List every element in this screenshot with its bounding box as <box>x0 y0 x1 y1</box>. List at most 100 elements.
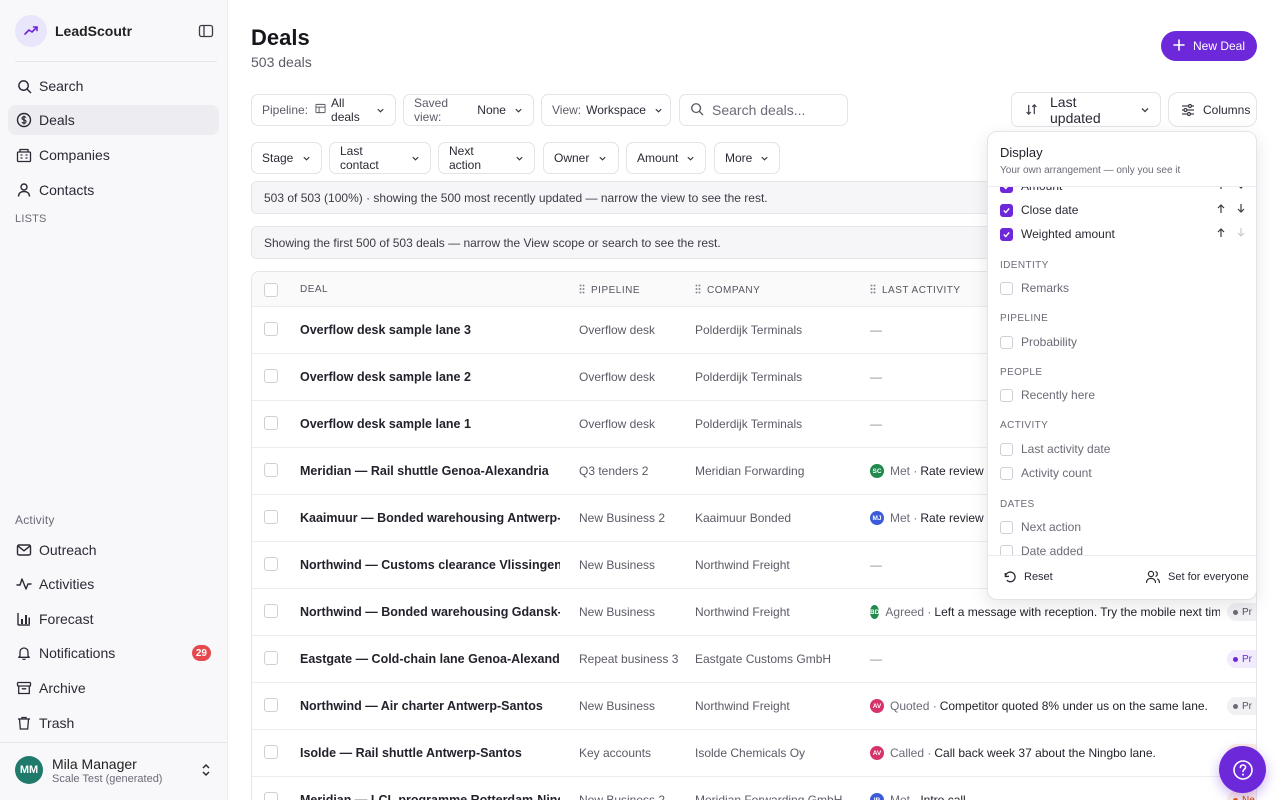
column-option-recently-here[interactable]: Recently here <box>1000 385 1246 405</box>
column-option-probability[interactable]: Probability <box>1000 332 1246 352</box>
sidebar-toggle-icon[interactable] <box>196 21 216 41</box>
column-option-next-action[interactable]: Next action <box>1000 517 1246 537</box>
chevron-down-icon <box>1140 105 1150 115</box>
bell-icon <box>16 645 32 661</box>
brand-name: LeadScoutr <box>55 23 133 39</box>
company-cell: Northwind Freight <box>695 605 790 619</box>
column-option-activity-count[interactable]: Activity count <box>1000 463 1246 483</box>
search-deals-field[interactable] <box>679 94 848 126</box>
deal-name-cell[interactable]: Northwind — Air charter Antwerp-Santos <box>300 683 560 729</box>
reset-button[interactable]: Reset <box>1003 570 1053 584</box>
column-option-remarks[interactable]: Remarks <box>1000 278 1246 298</box>
deal-name-cell[interactable]: Isolde — Rail shuttle Antwerp-Santos <box>300 730 560 776</box>
sidebar-item-archive[interactable]: Archive <box>8 673 219 703</box>
row-checkbox[interactable] <box>264 745 278 759</box>
row-checkbox[interactable] <box>264 416 278 430</box>
column-header-pipeline[interactable]: PIPELINE <box>579 284 640 297</box>
company-cell: Meridian Forwarding <box>695 464 805 478</box>
pipeline-cell: New Business <box>579 605 656 619</box>
row-checkbox[interactable] <box>264 510 278 524</box>
column-header-company[interactable]: COMPANY <box>695 284 760 297</box>
deal-name-cell[interactable]: Overflow desk sample lane 1 <box>300 401 560 447</box>
sidebar-item-outreach[interactable]: Outreach <box>8 535 219 565</box>
brand[interactable]: LeadScoutr <box>15 15 132 47</box>
sort-dropdown[interactable]: Last updated <box>1011 92 1161 127</box>
table-row[interactable]: Meridian — LCL programme Rotterdam-Ningb… <box>252 777 1256 800</box>
column-checkbox-checked[interactable] <box>1000 203 1013 217</box>
row-checkbox[interactable] <box>264 651 278 665</box>
deal-name-cell[interactable]: Northwind — Customs clearance Vlissingen… <box>300 542 560 588</box>
sidebar-item-forecast[interactable]: Forecast <box>8 604 219 634</box>
group-label-people: PEOPLE <box>1000 367 1043 378</box>
row-checkbox[interactable] <box>264 369 278 383</box>
table-row[interactable]: Isolde — Rail shuttle Antwerp-Santos Key … <box>252 730 1256 777</box>
arrow-up-icon[interactable] <box>1216 203 1226 217</box>
arrow-up-icon[interactable] <box>1216 227 1226 241</box>
new-deal-button[interactable]: New Deal <box>1161 31 1257 61</box>
column-option-weighted-amount[interactable]: Weighted amount <box>1000 224 1246 244</box>
column-checkbox[interactable] <box>1000 388 1013 402</box>
drag-handle-icon[interactable] <box>579 284 585 297</box>
sidebar-item-deals[interactable]: Deals <box>8 105 219 135</box>
stage-filter[interactable]: Stage <box>251 142 322 174</box>
row-checkbox[interactable] <box>264 557 278 571</box>
table-row[interactable]: Northwind — Air charter Antwerp-Santos Ne… <box>252 683 1256 730</box>
company-cell: Polderdijk Terminals <box>695 417 803 431</box>
sidebar-item-notifications[interactable]: Notifications 29 <box>8 638 219 668</box>
column-checkbox[interactable] <box>1000 466 1013 480</box>
user-icon <box>16 182 32 198</box>
dollar-icon <box>16 112 32 128</box>
sidebar-item-contacts[interactable]: Contacts <box>8 175 219 205</box>
column-checkbox[interactable] <box>1000 335 1013 349</box>
help-button[interactable] <box>1219 746 1266 793</box>
pipeline-filter[interactable]: Pipeline: All deals <box>251 94 396 126</box>
column-option-label: Weighted amount <box>1021 227 1115 241</box>
drag-handle-icon[interactable] <box>870 284 876 297</box>
column-checkbox[interactable] <box>1000 442 1013 456</box>
deal-name-cell[interactable]: Northwind — Bonded warehousing Gdansk-Re… <box>300 589 560 635</box>
deal-name-cell[interactable]: Eastgate — Cold-chain lane Genoa-Alexand… <box>300 636 560 682</box>
sidebar-item-activities[interactable]: Activities <box>8 569 219 599</box>
deal-name-cell[interactable]: Kaaimuur — Bonded warehousing Antwerp-Sa… <box>300 495 560 541</box>
table-row[interactable]: Eastgate — Cold-chain lane Genoa-Alexand… <box>252 636 1256 683</box>
last-contact-filter[interactable]: Last contact <box>329 142 431 174</box>
column-option-last-activity-date[interactable]: Last activity date <box>1000 439 1246 459</box>
row-checkbox[interactable] <box>264 604 278 618</box>
next-action-filter[interactable]: Next action <box>438 142 535 174</box>
arrow-down-icon[interactable] <box>1236 203 1246 217</box>
deal-name-cell[interactable]: Overflow desk sample lane 3 <box>300 307 560 353</box>
set-for-everyone-button[interactable]: Set for everyone <box>1145 570 1249 584</box>
group-label-identity: IDENTITY <box>1000 260 1049 271</box>
deal-name-cell[interactable]: Meridian — Rail shuttle Genoa-Alexandria <box>300 448 560 494</box>
sidebar-item-trash[interactable]: Trash <box>8 708 219 738</box>
stage-badge-label: Pr <box>1242 700 1252 712</box>
activity-note: Intro call <box>920 793 966 800</box>
amount-filter[interactable]: Amount <box>626 142 706 174</box>
user-switcher[interactable]: MM Mila Manager Scale Test (generated) <box>15 754 215 786</box>
column-checkbox-checked[interactable] <box>1000 227 1013 241</box>
column-checkbox[interactable] <box>1000 520 1013 534</box>
saved-view-filter[interactable]: Saved view: None <box>403 94 534 126</box>
columns-label: Columns <box>1203 102 1251 117</box>
row-checkbox[interactable] <box>264 463 278 477</box>
row-checkbox[interactable] <box>264 698 278 712</box>
row-checkbox[interactable] <box>264 792 278 800</box>
owner-filter[interactable]: Owner <box>543 142 619 174</box>
search-deals-input[interactable] <box>712 102 832 118</box>
row-checkbox[interactable] <box>264 322 278 336</box>
column-header-last-activity[interactable]: LAST ACTIVITY <box>870 284 961 297</box>
sidebar-item-search[interactable]: Search <box>8 71 219 101</box>
more-filters[interactable]: More <box>714 142 780 174</box>
deal-name-cell[interactable]: Meridian — LCL programme Rotterdam-Ningb… <box>300 777 560 800</box>
view-scope-filter[interactable]: View: Workspace <box>541 94 671 126</box>
columns-button[interactable]: Columns <box>1168 92 1257 127</box>
deal-name-cell[interactable]: Overflow desk sample lane 2 <box>300 354 560 400</box>
column-checkbox[interactable] <box>1000 281 1013 295</box>
column-option-close-date[interactable]: Close date <box>1000 200 1246 220</box>
drag-handle-icon[interactable] <box>695 284 701 297</box>
select-all-checkbox[interactable] <box>264 283 278 297</box>
activity-section-label: Activity <box>15 513 55 527</box>
pipeline-cell: Repeat business 3 <box>579 652 679 666</box>
column-header-deal[interactable]: DEAL <box>300 284 328 295</box>
sidebar-item-companies[interactable]: Companies <box>8 140 219 170</box>
